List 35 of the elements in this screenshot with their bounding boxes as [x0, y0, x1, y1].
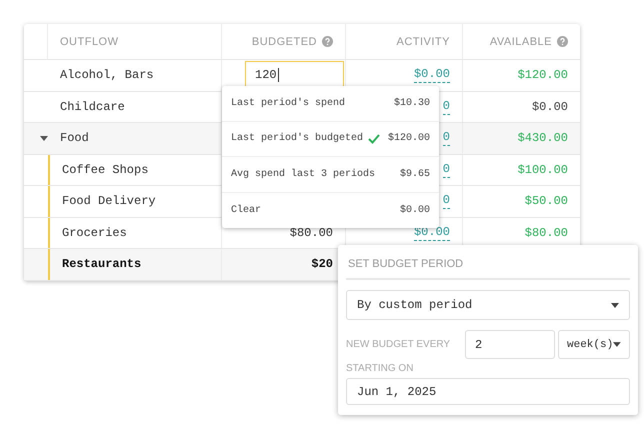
field-label: STARTING ON: [346, 363, 414, 374]
date-field[interactable]: Jun 1, 2025: [346, 378, 630, 405]
available-amount: $120.00: [518, 68, 568, 82]
available-amount: $430.00: [518, 131, 568, 146]
category-name: Restaurants: [62, 257, 142, 272]
menu-item[interactable]: Avg spend last 3 periods $9.65: [222, 157, 439, 192]
help-icon[interactable]: [557, 36, 568, 47]
column-header: BUDGETED: [222, 24, 346, 59]
category-name: Food: [60, 131, 89, 146]
menu-item[interactable]: Last period's spend $10.30: [222, 86, 439, 122]
help-icon[interactable]: [322, 36, 333, 47]
category-name: Groceries: [62, 226, 127, 240]
dropdown-arrow-icon: [613, 342, 621, 347]
checkmark-icon: [368, 134, 380, 144]
panel-title: SET BUDGET PERIOD: [346, 253, 630, 280]
column-header: AVAILABLE: [463, 24, 580, 59]
category-name: Alcohol, Bars: [60, 68, 154, 82]
category-name: Food Delivery: [62, 194, 156, 208]
available-amount: $80.00: [524, 226, 568, 240]
field-label: NEW BUDGET EVERY: [346, 339, 452, 350]
category-name: Childcare: [60, 100, 125, 114]
budgeted-amount: $20: [311, 257, 333, 272]
unit-select[interactable]: week(s): [558, 330, 630, 359]
available-amount: $0.00: [532, 100, 568, 114]
category-name: Coffee Shops: [62, 162, 148, 177]
menu-item[interactable]: Last period's budgeted $120.00: [222, 122, 439, 157]
period-select[interactable]: By custom period: [346, 290, 630, 320]
available-amount: $100.00: [518, 162, 568, 177]
column-header: ACTIVITY: [346, 24, 463, 59]
budgeted-amount: $80.00: [290, 226, 333, 240]
caret-icon[interactable]: [40, 136, 48, 141]
number-field[interactable]: 2: [465, 330, 555, 359]
column-header: OUTFLOW: [48, 24, 222, 59]
dropdown-arrow-icon: [611, 302, 619, 308]
available-amount: $50.00: [524, 194, 568, 208]
